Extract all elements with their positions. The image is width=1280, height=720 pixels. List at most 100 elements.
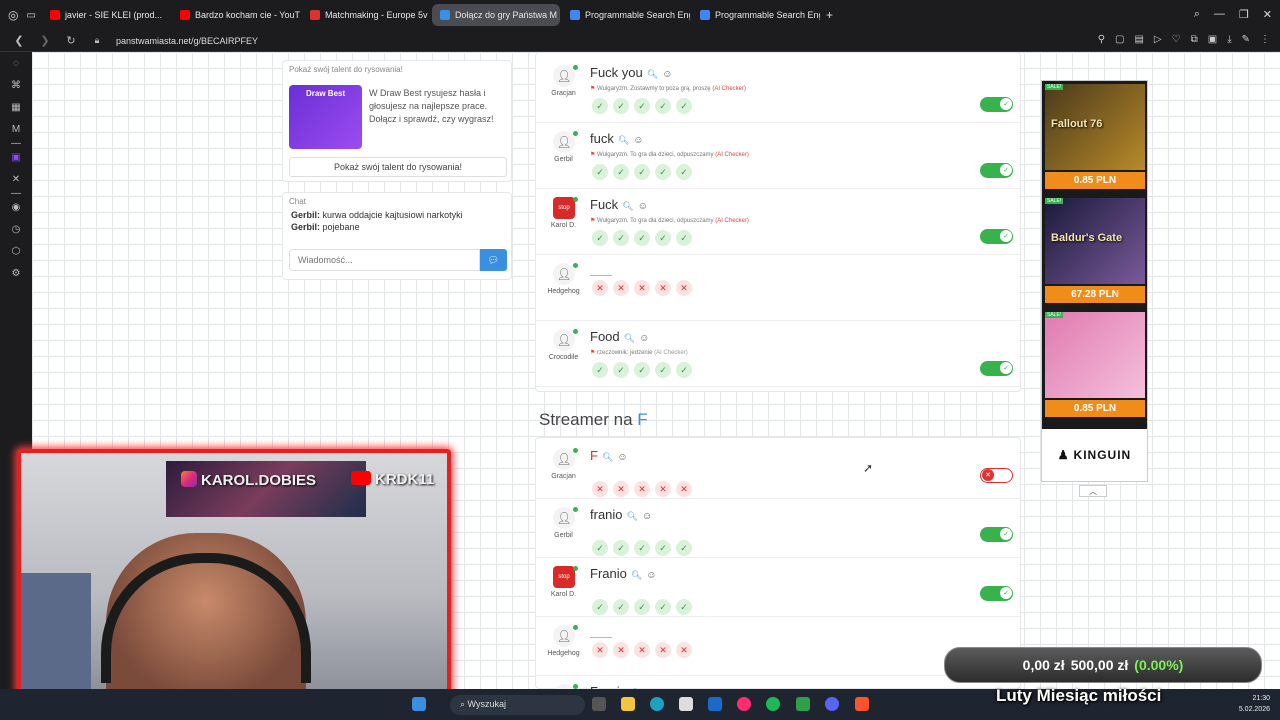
vote-reject-icon[interactable]: ✕ (634, 280, 650, 296)
kinguin-logo[interactable]: ♟ KINGUIN (1042, 429, 1147, 481)
discord-icon[interactable] (825, 697, 839, 711)
accept-toggle[interactable]: ✓ (980, 229, 1013, 244)
draw-best-button[interactable]: Pokaż swój talent do rysowania! (289, 157, 507, 177)
vote-reject-icon[interactable]: ✕ (613, 642, 629, 658)
game-cover[interactable]: SALE! Baldur's Gate (1045, 198, 1145, 284)
accept-toggle[interactable]: ✓ (980, 527, 1013, 542)
vote-accept-icon[interactable]: ✓ (613, 98, 629, 114)
emoji-icon[interactable]: ☺ (639, 333, 649, 344)
forward-button[interactable]: ❯ (38, 34, 52, 47)
search-icon[interactable]: 🔍︎ (647, 69, 658, 79)
browser-tab[interactable]: Bardzo kocham cie - YouT (172, 4, 300, 26)
vote-reject-icon[interactable]: ✕ (655, 481, 671, 497)
minimize-button[interactable]: — (1214, 8, 1225, 21)
vote-reject-icon[interactable]: ✕ (613, 280, 629, 296)
vote-accept-icon[interactable]: ✓ (592, 599, 608, 615)
sidebar-history-icon[interactable]: ◷ (0, 218, 32, 240)
back-button[interactable]: ❮ (12, 34, 26, 47)
vote-reject-icon[interactable]: ✕ (634, 642, 650, 658)
vote-accept-icon[interactable]: ✓ (592, 230, 608, 246)
pin-icon[interactable]: ⚲ (1098, 34, 1105, 45)
search-icon[interactable]: 🔍︎ (627, 511, 638, 521)
browser-logo-icon[interactable]: ◎ (8, 8, 18, 22)
browser-tab[interactable]: Programmable Search Eng (692, 4, 820, 26)
vote-accept-icon[interactable]: ✓ (655, 362, 671, 378)
accept-toggle[interactable]: ✕ (980, 468, 1013, 483)
file-explorer-icon[interactable] (621, 697, 635, 711)
vote-accept-icon[interactable]: ✓ (676, 230, 692, 246)
vote-reject-icon[interactable]: ✕ (655, 642, 671, 658)
vote-accept-icon[interactable]: ✓ (634, 599, 650, 615)
emoji-icon[interactable]: ☺ (638, 201, 648, 212)
url-field[interactable]: panstwamiasta.net/g/BECAIRPFEY (116, 36, 258, 46)
game-price[interactable]: 67.28 PLN (1045, 286, 1145, 303)
vote-reject-icon[interactable]: ✕ (634, 481, 650, 497)
sidebar-cube-icon[interactable]: ⬡ (0, 240, 32, 262)
browser-tab[interactable]: Matchmaking - Europe 5v (302, 4, 430, 26)
chat-message-input[interactable] (289, 249, 480, 271)
window-menu-icon[interactable]: ▭ (26, 10, 35, 21)
vote-accept-icon[interactable]: ✓ (592, 540, 608, 556)
taskbar-search[interactable]: ⌕ Wyszukaj (450, 695, 585, 715)
search-icon[interactable]: 🔍︎ (622, 201, 633, 211)
game-cover[interactable]: SALE! (1045, 312, 1145, 398)
outlook-icon[interactable] (708, 697, 722, 711)
app-green-icon[interactable] (796, 697, 810, 711)
vote-accept-icon[interactable]: ✓ (655, 540, 671, 556)
accept-toggle[interactable]: ✓ (980, 97, 1013, 112)
spotify-icon[interactable] (766, 697, 780, 711)
vote-accept-icon[interactable]: ✓ (634, 230, 650, 246)
browser-tab[interactable]: javier - SIE KLEI (prod... (42, 4, 170, 26)
search-tabs-icon[interactable]: ⌕ (1194, 8, 1200, 21)
search-icon[interactable]: 🔍︎ (602, 452, 613, 462)
emoji-icon[interactable]: ☺ (642, 511, 652, 522)
vote-accept-icon[interactable]: ✓ (655, 599, 671, 615)
vote-accept-icon[interactable]: ✓ (676, 540, 692, 556)
vote-reject-icon[interactable]: ✕ (655, 280, 671, 296)
game-price[interactable]: 0.85 PLN (1045, 400, 1145, 417)
vote-reject-icon[interactable]: ✕ (592, 481, 608, 497)
sidebar-palette-icon[interactable]: ▦ (0, 96, 32, 118)
game-price[interactable]: 0.85 PLN (1045, 172, 1145, 189)
vote-accept-icon[interactable]: ✓ (592, 362, 608, 378)
vote-accept-icon[interactable]: ✓ (634, 362, 650, 378)
translate-icon[interactable]: ▤ (1134, 34, 1143, 45)
vote-accept-icon[interactable]: ✓ (613, 164, 629, 180)
vote-accept-icon[interactable]: ✓ (613, 362, 629, 378)
vote-accept-icon[interactable]: ✓ (655, 98, 671, 114)
emoji-icon[interactable]: ☺ (617, 452, 627, 463)
restore-button[interactable]: ❐ (1239, 8, 1249, 21)
vote-accept-icon[interactable]: ✓ (676, 164, 692, 180)
draw-best-image[interactable]: Draw Best (289, 85, 362, 149)
emoji-icon[interactable]: ☺ (646, 570, 656, 581)
close-button[interactable]: ✕ (1263, 8, 1272, 21)
vote-reject-icon[interactable]: ✕ (676, 280, 692, 296)
kinguin-ad[interactable]: ♟ KINGUIN SALE! Fallout 76 0.85 PLN SALE! Bal… (1041, 80, 1148, 482)
new-tab-button[interactable]: + (826, 8, 833, 22)
reload-button[interactable]: ↻ (64, 34, 78, 47)
vote-reject-icon[interactable]: ✕ (613, 481, 629, 497)
vote-accept-icon[interactable]: ✓ (634, 540, 650, 556)
ad-collapse-button[interactable]: ︿ (1079, 485, 1107, 497)
vote-accept-icon[interactable]: ✓ (613, 599, 629, 615)
vote-reject-icon[interactable]: ✕ (676, 642, 692, 658)
accept-toggle[interactable]: ✓ (980, 163, 1013, 178)
favorite-icon[interactable]: ♡ (1172, 34, 1181, 45)
sidebar-twitch-icon[interactable]: ▣ (0, 146, 32, 168)
sidebar-player-icon[interactable]: ◉ (0, 196, 32, 218)
vote-reject-icon[interactable]: ✕ (592, 280, 608, 296)
vote-accept-icon[interactable]: ✓ (676, 98, 692, 114)
vote-reject-icon[interactable]: ✕ (592, 642, 608, 658)
accept-toggle[interactable]: ✓ (980, 586, 1013, 601)
accept-toggle[interactable]: ✓ (980, 361, 1013, 376)
screenshot-icon[interactable]: ▢ (1115, 34, 1124, 45)
sidebar-compass-icon[interactable]: ◌ (0, 52, 32, 74)
play-icon[interactable]: ▷ (1154, 34, 1162, 45)
search-icon[interactable]: 🔍︎ (618, 135, 629, 145)
brave-icon[interactable] (855, 697, 869, 711)
search-icon[interactable]: 🔍︎ (624, 333, 635, 343)
system-tray[interactable]: 21:30 5.02.2026 (1239, 693, 1270, 715)
vote-accept-icon[interactable]: ✓ (592, 164, 608, 180)
download-icon[interactable]: ⤓ (1227, 34, 1231, 45)
vote-accept-icon[interactable]: ✓ (634, 98, 650, 114)
